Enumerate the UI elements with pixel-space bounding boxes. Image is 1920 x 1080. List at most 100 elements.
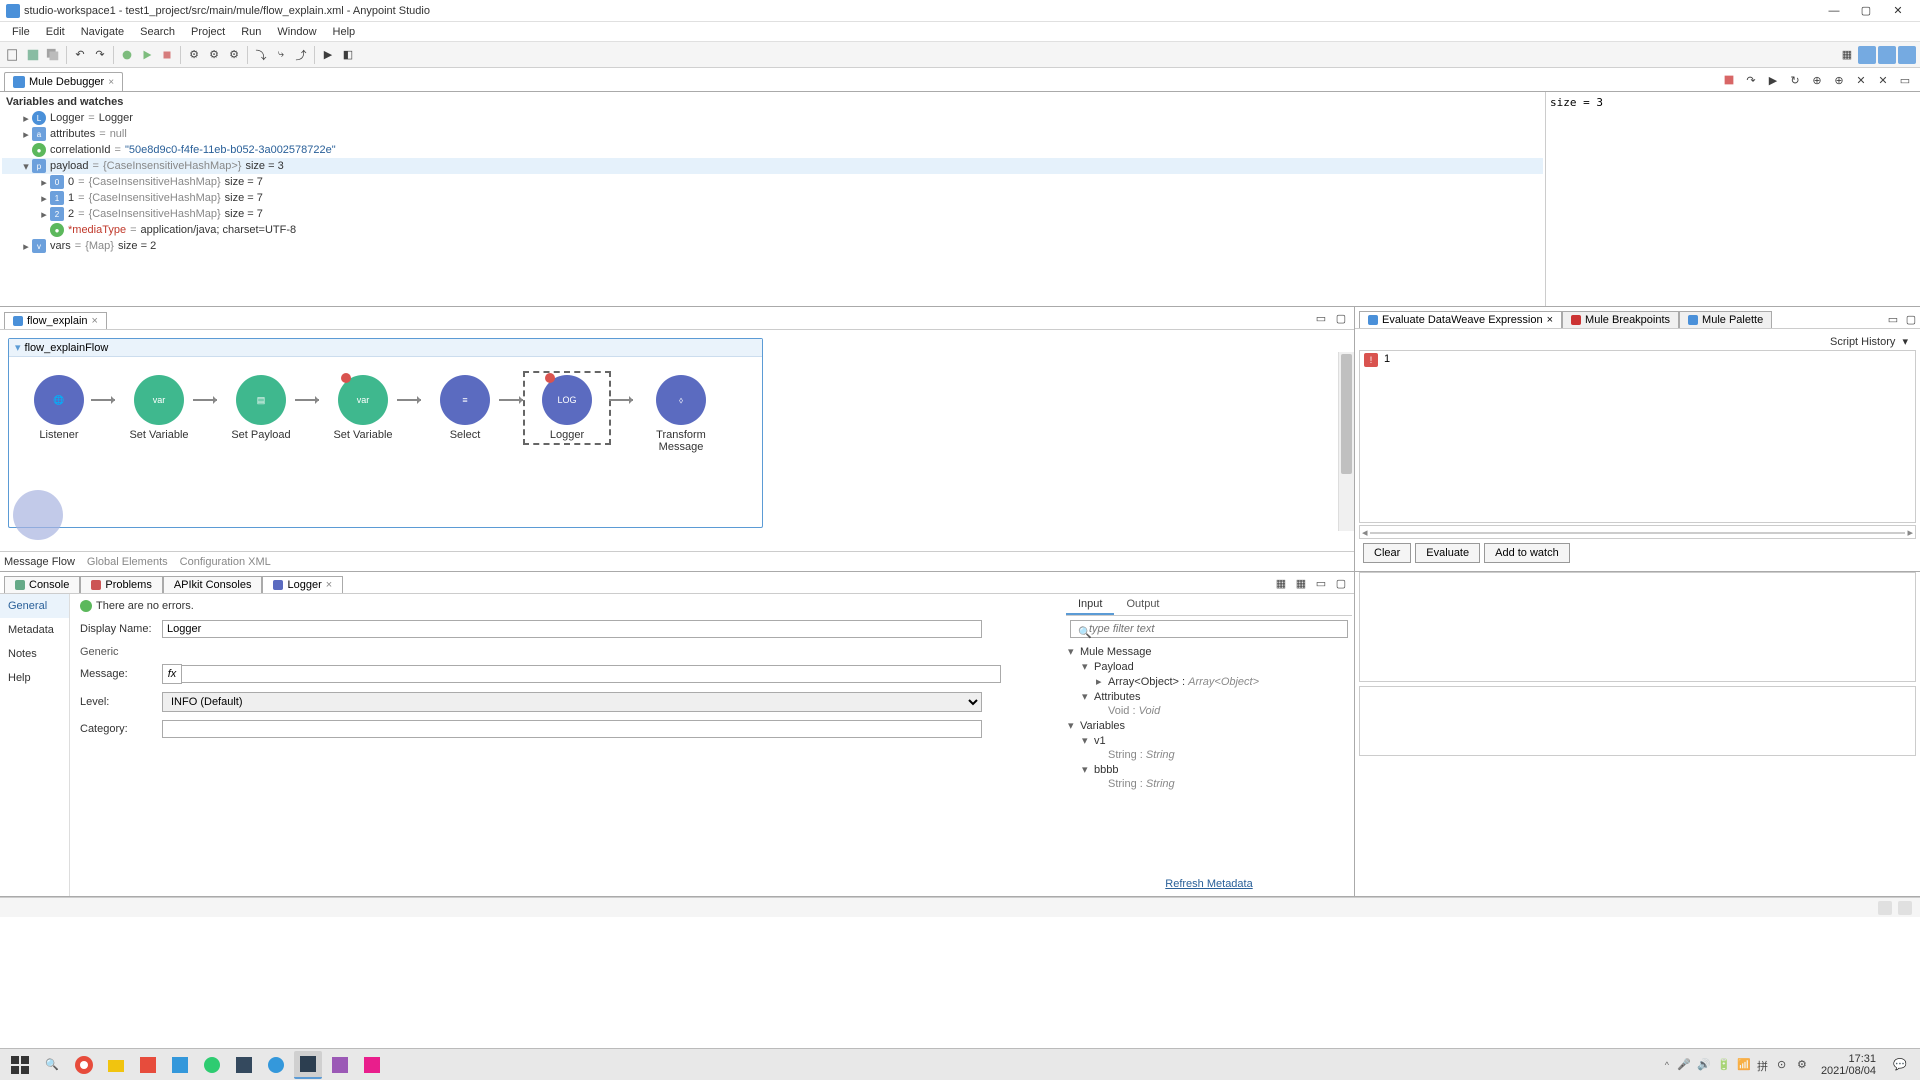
collapse-icon[interactable]: ▾ [20,160,32,173]
level-select[interactable]: INFO (Default) [162,692,982,712]
taskbar-clock[interactable]: 17:31 2021/08/04 [1815,1053,1882,1077]
step-return-icon[interactable]: ⤴ [292,46,310,64]
tool-icon[interactable]: ✕ [1874,71,1892,89]
taskbar-app7[interactable] [358,1051,386,1079]
refresh-metadata-link[interactable]: Refresh Metadata [1165,878,1252,890]
menu-file[interactable]: File [4,24,38,40]
save-all-icon[interactable] [44,46,62,64]
tree-node-attributes[interactable]: ▸ a attributes = null [2,126,1543,142]
tray-icon[interactable]: ⊙ [1777,1058,1791,1072]
tree-node-vars[interactable]: ▸ v vars = {Map} size = 2 [2,238,1543,254]
perspective-debug-icon[interactable] [1878,46,1896,64]
breakpoint-icon[interactable] [341,373,351,383]
tool-icon[interactable]: ◧ [339,46,357,64]
debug-icon[interactable] [118,46,136,64]
minimize-icon[interactable]: ▭ [1896,71,1914,89]
error-handler-node[interactable] [8,490,68,550]
tree-node-payload[interactable]: ▾ p payload = {CaseInsensitiveHashMap>} … [2,158,1543,174]
step-into-icon[interactable]: ⤷ [272,46,290,64]
taskbar-anypoint[interactable] [294,1051,322,1079]
node-setvar1[interactable]: var Set Variable [119,375,199,441]
sidebar-general[interactable]: General [0,594,69,618]
next-processor-icon[interactable]: ↷ [1742,71,1760,89]
tree-node-p2[interactable]: ▸ 2 2 = {CaseInsensitiveHashMap} size = … [2,206,1543,222]
tray-battery-icon[interactable]: 🔋 [1717,1058,1731,1072]
meta-bbbb-string[interactable]: String : String [1068,777,1350,791]
meta-attributes[interactable]: ▾Attributes [1068,689,1350,704]
sidebar-help[interactable]: Help [0,666,69,690]
filter-input[interactable] [1070,620,1348,638]
eval-output-bottom[interactable] [1359,686,1916,756]
close-button[interactable]: ✕ [1882,1,1914,21]
tab-evaluate-dw[interactable]: Evaluate DataWeave Expression × [1359,311,1562,328]
close-icon[interactable]: × [326,579,332,591]
taskbar-explorer[interactable] [102,1051,130,1079]
tool-icon[interactable]: ⊕ [1830,71,1848,89]
taskbar-app2[interactable] [166,1051,194,1079]
tray-ime-icon[interactable]: 拼 [1757,1058,1771,1072]
tool-icon[interactable]: ⚙ [185,46,203,64]
perspective-mule-icon[interactable] [1858,46,1876,64]
vertical-scrollbar[interactable] [1338,352,1354,531]
taskbar-app1[interactable] [134,1051,162,1079]
tray-icon[interactable]: 🎤 [1677,1058,1691,1072]
variables-tree[interactable]: Variables and watches ▸ L Logger = Logge… [0,92,1545,306]
tab-problems[interactable]: Problems [80,576,162,593]
clear-button[interactable]: Clear [1363,543,1411,563]
node-transform[interactable]: ⬨ Transform Message [641,375,721,453]
tab-message-flow[interactable]: Message Flow [4,556,75,568]
maximize-button[interactable]: ▢ [1850,1,1882,21]
tab-mule-breakpoints[interactable]: Mule Breakpoints [1562,311,1679,328]
tool-icon[interactable]: ⊕ [1808,71,1826,89]
perspective-icon[interactable]: ▦ [1838,46,1856,64]
tab-apikit[interactable]: APIkit Consoles [163,576,263,593]
expand-icon[interactable]: ▸ [20,112,32,125]
tree-node-p1[interactable]: ▸ 1 1 = {CaseInsensitiveHashMap} size = … [2,190,1543,206]
sidebar-metadata[interactable]: Metadata [0,618,69,642]
tool-icon[interactable]: ▶ [1764,71,1782,89]
meta-payload[interactable]: ▾Payload [1068,659,1350,674]
taskbar-chrome[interactable] [70,1051,98,1079]
minimize-icon[interactable]: ▭ [1884,310,1902,328]
tray-volume-icon[interactable]: 🔊 [1697,1058,1711,1072]
menu-help[interactable]: Help [325,24,364,40]
tab-console[interactable]: Console [4,576,80,593]
meta-v1[interactable]: ▾v1 [1068,733,1350,748]
node-setvar2[interactable]: var Set Variable [323,375,403,441]
expand-icon[interactable]: ▸ [38,192,50,205]
tree-node-mediatype[interactable]: ● *mediaType = application/java; charset… [2,222,1543,238]
breakpoint-icon[interactable] [545,373,555,383]
node-listener[interactable]: 🌐 Listener [19,375,99,441]
taskbar-app6[interactable] [326,1051,354,1079]
tab-mule-debugger[interactable]: Mule Debugger × [4,72,123,91]
meta-variables[interactable]: ▾Variables [1068,718,1350,733]
taskbar-app4[interactable] [230,1051,258,1079]
menu-run[interactable]: Run [233,24,269,40]
menu-window[interactable]: Window [269,24,324,40]
start-button[interactable] [6,1051,34,1079]
save-icon[interactable] [24,46,42,64]
expand-icon[interactable]: ▸ [38,208,50,221]
close-icon[interactable]: × [92,315,98,327]
meta-mule-message[interactable]: ▾Mule Message [1068,644,1350,659]
notifications-icon[interactable]: 💬 [1886,1051,1914,1079]
scrollbar-thumb[interactable] [1341,354,1352,474]
status-icon[interactable] [1898,901,1912,915]
menu-project[interactable]: Project [183,24,233,40]
minimize-icon[interactable]: ▭ [1312,574,1330,592]
eval-output-top[interactable] [1359,572,1916,682]
expand-icon[interactable]: ▸ [38,176,50,189]
terminate-icon[interactable] [1720,71,1738,89]
category-input[interactable] [162,720,982,738]
fx-toggle[interactable]: fx [162,664,182,684]
scroll-left-icon[interactable]: ◂ [1362,526,1368,539]
tool-icon[interactable]: ✕ [1852,71,1870,89]
maximize-icon[interactable]: ▢ [1332,309,1350,327]
collapse-icon[interactable]: ▾ [15,341,21,354]
expand-icon[interactable]: ▸ [20,240,32,253]
tab-output[interactable]: Output [1114,596,1171,615]
flow-canvas[interactable]: ▾ flow_explainFlow 🌐 Listener var Set Va… [0,329,1354,551]
horizontal-scrollbar[interactable]: ◂ ▸ [1359,525,1916,539]
stop-icon[interactable] [158,46,176,64]
tool-icon[interactable]: ⚙ [225,46,243,64]
